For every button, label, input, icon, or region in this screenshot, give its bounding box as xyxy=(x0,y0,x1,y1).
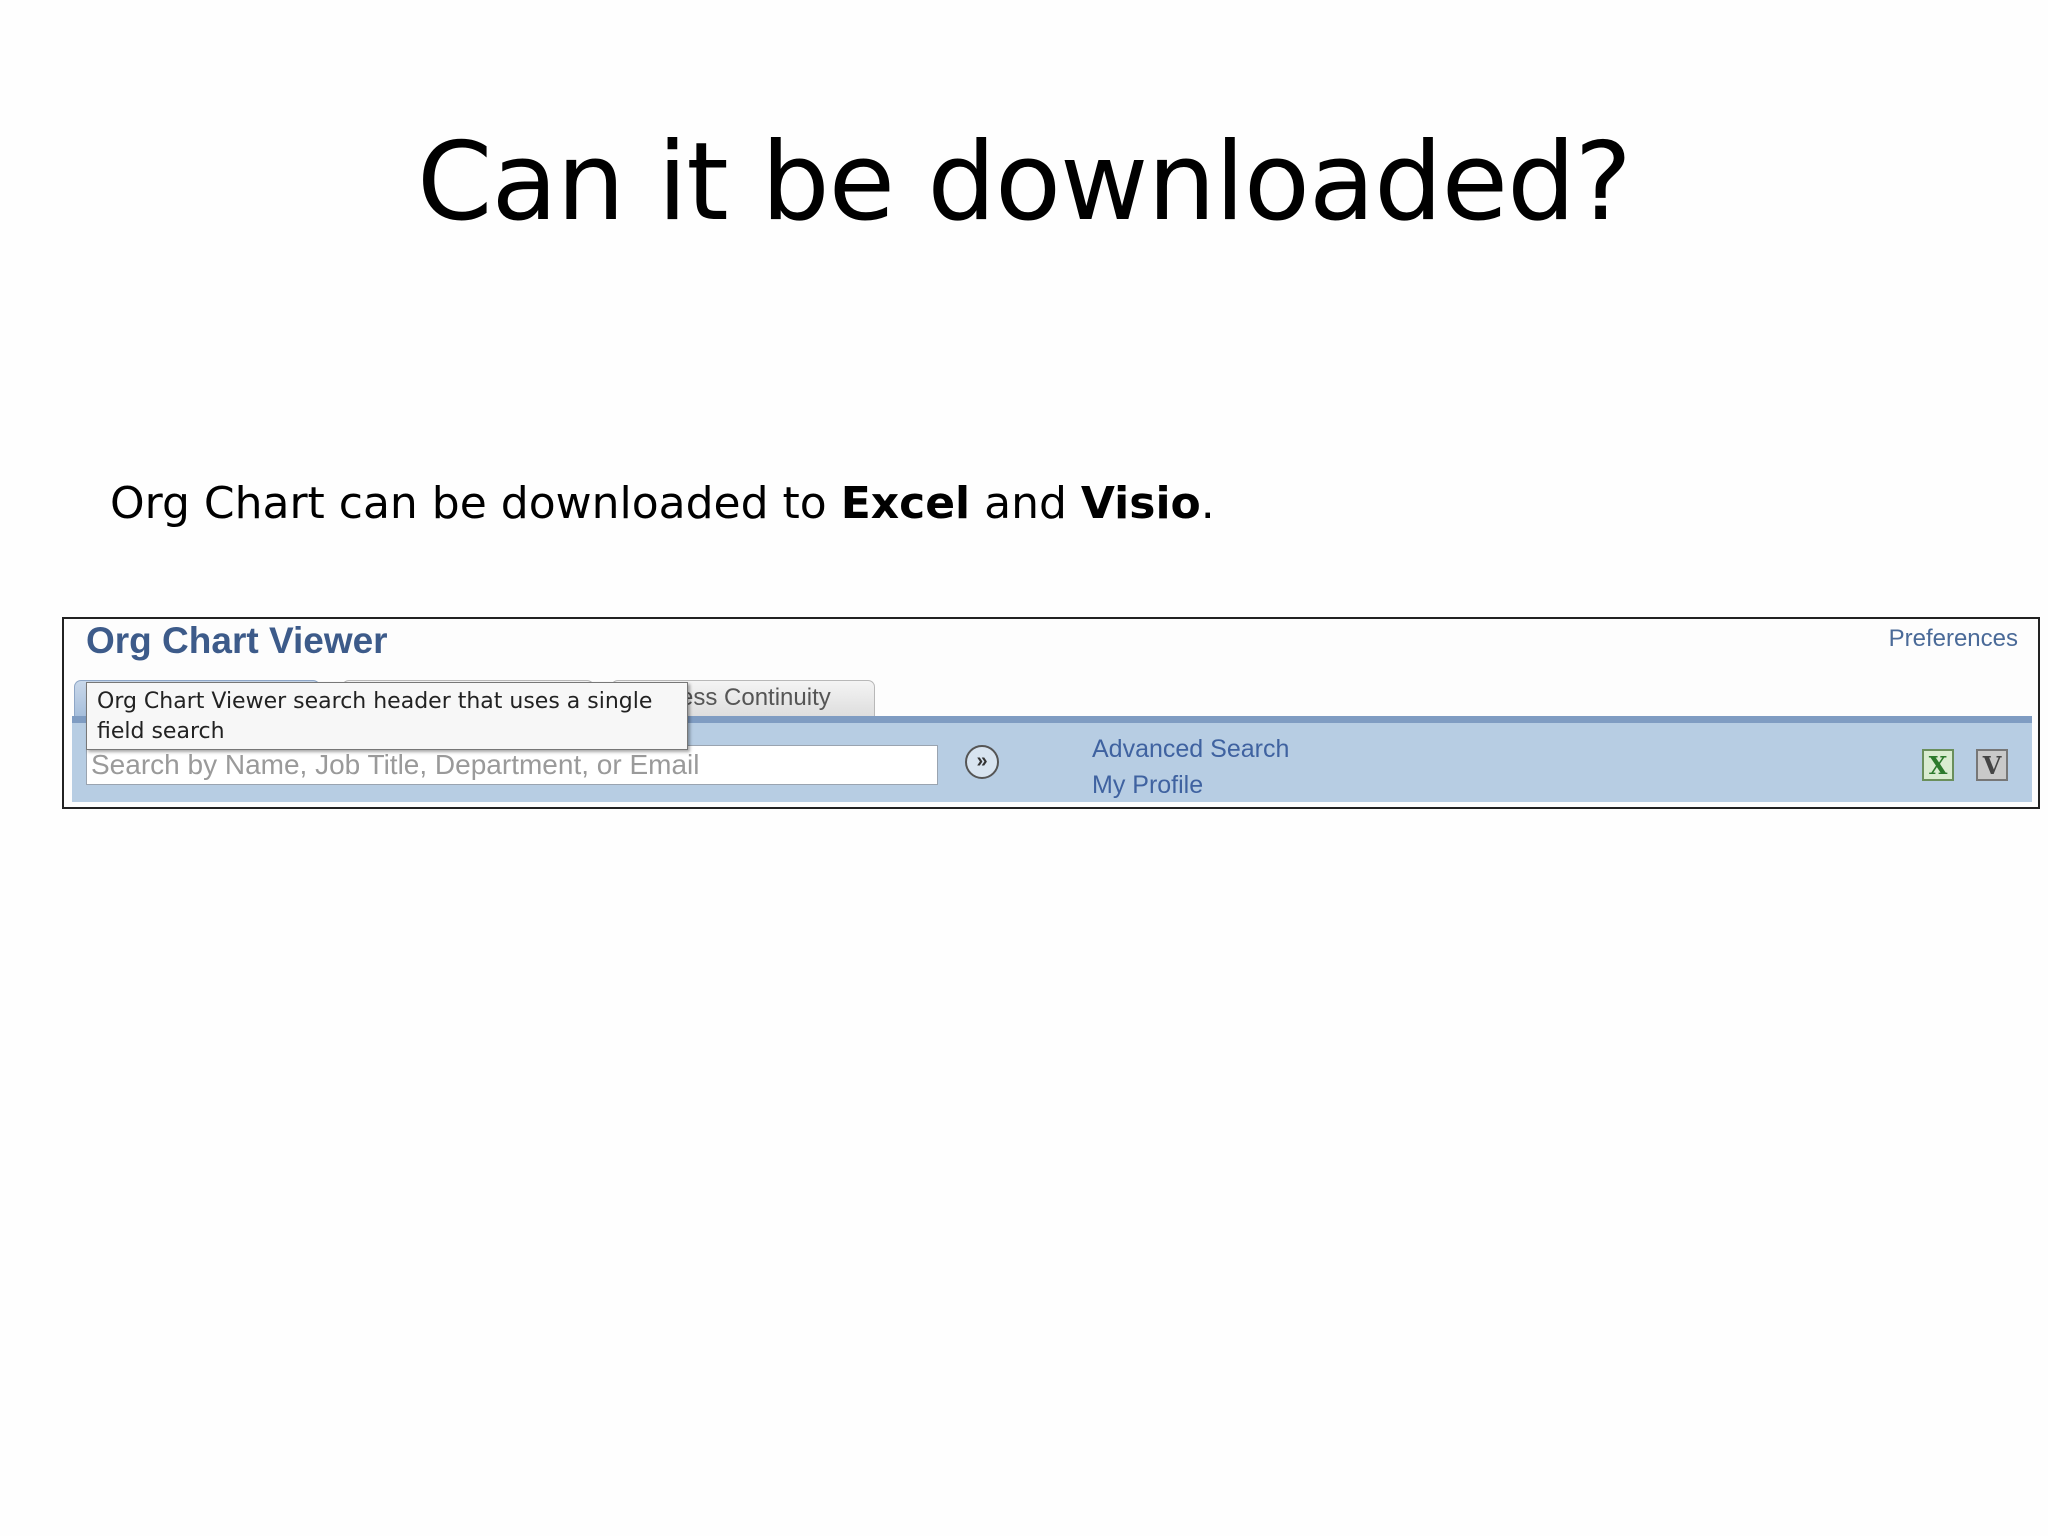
double-chevron-right-icon[interactable]: » xyxy=(965,745,999,779)
search-tooltip: Org Chart Viewer search header that uses… xyxy=(86,682,688,750)
search-input[interactable] xyxy=(86,745,938,785)
body-prefix: Org Chart can be downloaded to xyxy=(110,478,841,529)
my-profile-link[interactable]: My Profile xyxy=(1092,771,1203,800)
preferences-link[interactable]: Preferences xyxy=(1889,625,2018,653)
body-suffix: . xyxy=(1200,478,1215,529)
body-excel: Excel xyxy=(840,478,971,529)
slide-body-text: Org Chart can be downloaded to Excel and… xyxy=(110,478,1215,529)
app-title: Org Chart Viewer xyxy=(86,620,388,661)
tab-label: ess Continuity xyxy=(680,684,831,711)
body-and: and xyxy=(970,478,1081,529)
advanced-search-link[interactable]: Advanced Search xyxy=(1092,735,1289,764)
visio-icon[interactable]: V xyxy=(1976,749,2008,781)
slide-title: Can it be downloaded? xyxy=(417,120,1632,245)
excel-icon[interactable]: X xyxy=(1922,749,1954,781)
body-visio: Visio xyxy=(1080,478,1201,529)
org-chart-viewer-screenshot: Org Chart Viewer Preferences ess Continu… xyxy=(62,617,2040,809)
